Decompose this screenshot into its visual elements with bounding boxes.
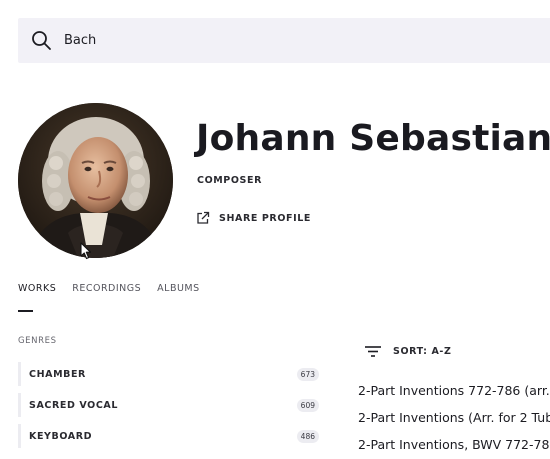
mouse-cursor-icon <box>80 242 92 260</box>
external-link-icon <box>197 211 210 224</box>
genre-label: CHAMBER <box>29 368 86 380</box>
composer-portrait <box>18 103 173 258</box>
work-item[interactable]: 2-Part Inventions (Arr. for 2 Tubas) <box>358 410 550 425</box>
search-icon[interactable] <box>31 30 52 51</box>
genre-count-badge: 609 <box>296 398 319 412</box>
genre-item-keyboard[interactable]: KEYBOARD 486 <box>18 424 323 448</box>
work-item[interactable]: 2-Part Inventions 772-786 (arr. for <box>358 383 550 398</box>
tab-recordings[interactable]: RECORDINGS <box>72 283 141 294</box>
sort-button[interactable]: SORT: A-Z <box>365 343 451 359</box>
page-title: Johann Sebastian Bach <box>196 118 550 159</box>
share-profile-label: SHARE PROFILE <box>219 212 311 224</box>
search-bar[interactable] <box>18 18 550 63</box>
share-profile-button[interactable]: SHARE PROFILE <box>196 209 311 227</box>
sort-icon <box>365 345 381 357</box>
genre-item-chamber[interactable]: CHAMBER 673 <box>18 362 323 386</box>
avatar <box>18 103 173 258</box>
active-tab-indicator <box>18 310 33 312</box>
genre-count-badge: 673 <box>296 367 319 381</box>
composer-profile-page: Johann Sebastian Bach COMPOSER SHARE PRO… <box>0 0 550 459</box>
genre-label: KEYBOARD <box>29 430 93 442</box>
tab-albums[interactable]: ALBUMS <box>157 283 200 294</box>
sort-label: SORT: A-Z <box>393 345 452 357</box>
genre-label: SACRED VOCAL <box>29 399 119 411</box>
genre-item-sacred-vocal[interactable]: SACRED VOCAL 609 <box>18 393 323 417</box>
tab-works[interactable]: WORKS <box>18 283 56 294</box>
profile-tabs: WORKS RECORDINGS ALBUMS <box>18 283 216 294</box>
genre-count-badge: 486 <box>296 429 319 443</box>
profile-role: COMPOSER <box>197 175 262 186</box>
search-input[interactable] <box>64 29 464 51</box>
genres-heading: GENRES <box>18 336 57 346</box>
work-item[interactable]: 2-Part Inventions, BWV 772-786 <box>358 437 550 452</box>
